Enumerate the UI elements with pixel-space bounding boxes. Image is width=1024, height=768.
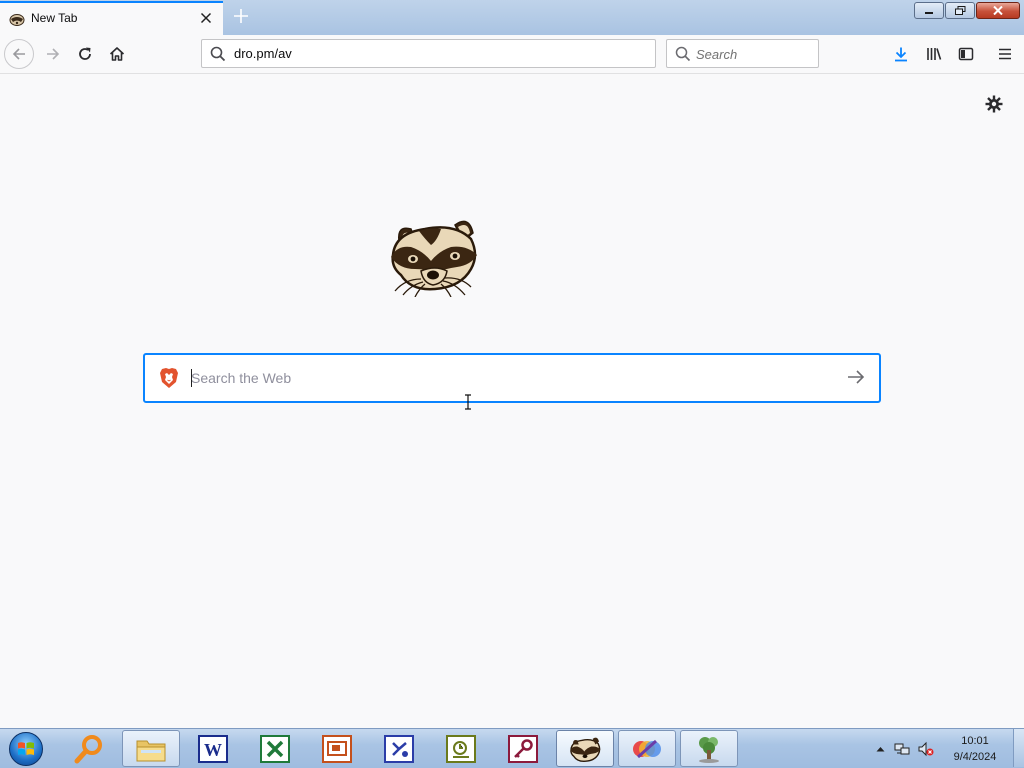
- back-icon: [12, 48, 25, 60]
- project-icon: [446, 734, 476, 763]
- taskbar-paint[interactable]: [618, 730, 676, 767]
- close-icon[interactable]: [197, 9, 215, 27]
- reload-icon: [79, 47, 91, 60]
- gear-icon[interactable]: [984, 94, 1004, 114]
- home-icon: [109, 47, 125, 61]
- brave-lion-icon: [159, 367, 179, 393]
- navigation-toolbar: dro.pm/av: [0, 35, 1024, 74]
- mouse-ibeam-cursor: [464, 394, 472, 410]
- forward-button[interactable]: [38, 39, 68, 69]
- tab-new-tab[interactable]: New Tab: [0, 1, 223, 35]
- reload-button[interactable]: [70, 39, 100, 69]
- new-tab-button[interactable]: [229, 4, 253, 28]
- search-input[interactable]: [696, 45, 811, 63]
- search-icon: [210, 46, 226, 66]
- taskbar-project[interactable]: [432, 730, 490, 767]
- clock-date: 9/4/2024: [953, 751, 997, 763]
- search-the-web-input[interactable]: [191, 368, 821, 388]
- network-icon[interactable]: [894, 741, 910, 757]
- text-caret: [191, 369, 192, 387]
- tab-title: New Tab: [31, 11, 78, 25]
- show-hidden-icons-icon[interactable]: [872, 741, 888, 757]
- title-bar: New Tab: [0, 0, 1024, 36]
- taskbar-access[interactable]: [494, 730, 552, 767]
- menu-button[interactable]: [990, 39, 1020, 69]
- window-close-button[interactable]: [976, 2, 1020, 19]
- magnifier-app-icon: [74, 734, 102, 763]
- tree-app-icon: [699, 736, 719, 763]
- clock-time: 10:01: [961, 735, 989, 747]
- taskbar-browser[interactable]: [556, 730, 614, 767]
- downloads-button[interactable]: [886, 39, 916, 69]
- back-button[interactable]: [4, 39, 34, 69]
- browser-search-bar[interactable]: [666, 39, 819, 68]
- restore-button[interactable]: [945, 2, 975, 19]
- taskbar-tree-app[interactable]: [680, 730, 738, 767]
- raccoon-favicon-icon: [9, 11, 25, 27]
- svg-text:W: W: [204, 740, 222, 760]
- url-text: dro.pm/av: [234, 46, 292, 61]
- sidebar-button[interactable]: [951, 39, 981, 69]
- arrow-right-icon[interactable]: [847, 369, 865, 389]
- show-desktop-button[interactable]: [1013, 729, 1024, 767]
- raccoon-browser-icon: [570, 737, 601, 762]
- taskbar-visio[interactable]: [370, 730, 428, 767]
- url-bar[interactable]: dro.pm/av: [201, 39, 656, 68]
- web-search-box[interactable]: [143, 353, 881, 403]
- taskbar-excel[interactable]: [246, 730, 304, 767]
- folder-icon: [136, 740, 166, 761]
- window-controls: [913, 2, 1020, 21]
- menu-icon: [999, 48, 1011, 60]
- paint-palette-icon: [633, 739, 661, 758]
- excel-icon: [260, 734, 290, 763]
- forward-icon: [47, 48, 60, 60]
- taskbar: W 10:01 9/4/2024: [0, 728, 1024, 768]
- library-button[interactable]: [919, 39, 949, 69]
- powerpoint-icon: [322, 734, 352, 763]
- taskbar-file-explorer[interactable]: [122, 730, 180, 767]
- download-icon: [895, 47, 907, 62]
- plus-icon: [234, 9, 248, 23]
- library-icon: [927, 48, 942, 60]
- volume-muted-icon[interactable]: [918, 741, 934, 757]
- visio-icon: [384, 734, 414, 763]
- clock[interactable]: 10:01 9/4/2024: [940, 733, 1010, 765]
- new-tab-page: [0, 74, 1024, 728]
- sidebar-icon: [958, 47, 974, 61]
- start-button[interactable]: [6, 731, 46, 767]
- taskbar-powerpoint[interactable]: [308, 730, 366, 767]
- word-icon: W: [198, 734, 228, 763]
- access-key-icon: [508, 734, 538, 763]
- minimize-button[interactable]: [914, 2, 944, 19]
- raccoon-logo: [385, 211, 481, 298]
- home-button[interactable]: [102, 39, 132, 69]
- search-icon: [675, 46, 691, 66]
- taskbar-word[interactable]: W: [184, 730, 242, 767]
- taskbar-search-app[interactable]: [60, 730, 118, 767]
- windows-logo-icon: [9, 732, 43, 766]
